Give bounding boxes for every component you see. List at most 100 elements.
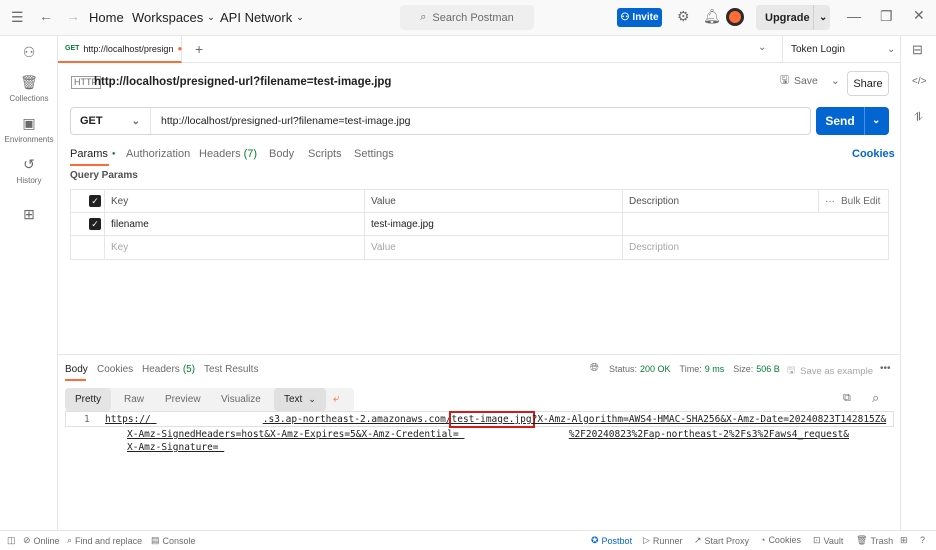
- nav-home[interactable]: Home: [89, 10, 124, 25]
- new-param-key-input[interactable]: Key: [104, 236, 364, 259]
- copy-icon[interactable]: ⧉: [843, 392, 851, 405]
- postbot-button[interactable]: ✪ Postbot: [591, 535, 632, 546]
- close-icon[interactable]: ✕: [913, 7, 925, 24]
- response-tab-headers-label: Headers: [142, 364, 180, 375]
- console-button[interactable]: ▤ Console: [151, 535, 196, 546]
- tab-request[interactable]: GET http://localhost/presign ●: [58, 36, 182, 63]
- runner-button[interactable]: ▷ Runner: [643, 535, 682, 546]
- environment-selector[interactable]: Token Login ⌄: [782, 36, 900, 63]
- redacted-bucket: [151, 414, 263, 425]
- back-arrow-icon[interactable]: ←: [39, 8, 53, 24]
- chevron-down-icon: ⌄: [207, 12, 215, 22]
- menu-icon[interactable]: ☰: [11, 9, 24, 26]
- bell-icon[interactable]: 🔔︎: [703, 8, 721, 25]
- url-input[interactable]: http://localhost/presigned-url?filename=…: [151, 115, 411, 127]
- avatar[interactable]: [726, 8, 744, 26]
- sidebar-item-add-workspace[interactable]: ⊞: [0, 206, 58, 226]
- redacted-signature: [219, 442, 556, 453]
- tab-scripts[interactable]: Scripts: [308, 148, 342, 160]
- new-tab-plus-icon[interactable]: +: [195, 41, 203, 57]
- response-tab-test-results[interactable]: Test Results: [204, 364, 258, 375]
- maximize-icon[interactable]: ❐: [880, 8, 893, 25]
- online-status[interactable]: ⊘ Online: [23, 535, 60, 546]
- save-as-example-button[interactable]: 🖫︎ Save as example: [787, 363, 873, 379]
- trash-can-icon: 🗑︎: [20, 74, 38, 90]
- minimize-icon[interactable]: —: [847, 8, 861, 24]
- search-bar[interactable]: ⌕ Search Postman: [400, 5, 534, 30]
- more-options-icon[interactable]: •••: [880, 363, 891, 374]
- chevron-down-icon[interactable]: ⌄: [813, 5, 827, 30]
- cookies-link[interactable]: Cookies: [852, 148, 895, 160]
- console-label: Console: [162, 535, 196, 546]
- save-as-example-label: Save as example: [800, 365, 873, 377]
- param-key[interactable]: filename: [104, 213, 364, 236]
- tab-overflow-chevron-icon[interactable]: ⌄: [758, 42, 766, 53]
- format-raw[interactable]: Raw: [114, 388, 154, 411]
- related-icon[interactable]: ⥮: [914, 110, 923, 125]
- new-param-value-input[interactable]: Value: [364, 236, 622, 259]
- sidebar-item-history[interactable]: ↺ History: [0, 156, 58, 185]
- method-selector[interactable]: GET ⌄: [71, 108, 151, 134]
- sidebar-toggle-icon[interactable]: ◫: [7, 535, 16, 546]
- right-sidebar: ⊟ </> ⥮: [900, 36, 936, 530]
- response-tab-headers[interactable]: Headers (5): [142, 364, 195, 375]
- tab-authorization[interactable]: Authorization: [126, 148, 190, 160]
- find-replace-button[interactable]: ⌕ Find and replace: [67, 535, 142, 546]
- code-line-1: https:// .s3.ap-northeast-2.amazonaws.co…: [105, 411, 886, 428]
- highlighted-filename: test-image.jpg: [448, 411, 535, 428]
- start-proxy-button[interactable]: ↗ Start Proxy: [694, 535, 749, 546]
- tab-body[interactable]: Body: [269, 148, 294, 160]
- forward-arrow-icon[interactable]: →: [66, 8, 80, 24]
- tab-settings[interactable]: Settings: [354, 148, 394, 160]
- response-body[interactable]: 1 https:// .s3.ap-northeast-2.amazonaws.…: [65, 411, 896, 526]
- sidebar-item-environments[interactable]: ▣ Environments: [0, 115, 58, 144]
- text-format-selector[interactable]: Text ⌄: [274, 388, 326, 411]
- gear-icon[interactable]: ⚙: [677, 8, 690, 25]
- tab-params[interactable]: Params ●: [70, 148, 116, 160]
- user-icon: ⚇: [22, 44, 36, 60]
- code-icon[interactable]: </>: [912, 76, 926, 87]
- chevron-down-icon[interactable]: ⌄: [864, 107, 880, 135]
- param-description[interactable]: [622, 213, 888, 236]
- request-name[interactable]: http://localhost/presigned-url?filename=…: [94, 76, 391, 88]
- help-icon[interactable]: ?: [920, 535, 925, 545]
- search-icon[interactable]: ⌕: [872, 390, 879, 406]
- status-value[interactable]: 200 OK: [640, 364, 671, 374]
- environment-icon: ▣: [22, 115, 36, 131]
- layout-icon[interactable]: ⊞: [900, 535, 908, 546]
- param-value[interactable]: test-image.jpg: [364, 213, 622, 236]
- tab-headers[interactable]: Headers (7): [199, 148, 257, 160]
- response-divider[interactable]: [58, 354, 900, 355]
- add-user-icon: ⚇: [620, 12, 630, 23]
- response-tab-body[interactable]: Body: [65, 364, 88, 375]
- response-tab-cookies[interactable]: Cookies: [97, 364, 133, 375]
- sidebar-item-collections[interactable]: 🗑︎ Collections: [0, 74, 58, 103]
- chevron-down-icon[interactable]: ⌄: [823, 75, 840, 87]
- globe-icon[interactable]: 🌐︎: [590, 362, 599, 375]
- new-param-description-input[interactable]: Description: [622, 236, 888, 259]
- environment-quick-look-icon[interactable]: ⊟: [912, 42, 923, 58]
- row-checkbox[interactable]: ✓: [89, 218, 101, 230]
- format-visualize[interactable]: Visualize: [211, 388, 271, 411]
- send-button[interactable]: Send ⌄: [816, 107, 889, 135]
- invite-label: Invite: [632, 12, 659, 23]
- time-value[interactable]: 9 ms: [705, 364, 725, 374]
- nav-workspaces[interactable]: Workspaces ⌄: [132, 10, 215, 25]
- wrap-lines-icon[interactable]: ⤶: [333, 391, 340, 406]
- format-pretty[interactable]: Pretty: [65, 388, 112, 411]
- sidebar-item-user[interactable]: ⚇: [0, 44, 58, 64]
- size-value[interactable]: 506 B: [756, 364, 780, 374]
- nav-api-network[interactable]: API Network ⌄: [220, 10, 304, 25]
- cookies-button[interactable]: ◔ Cookies: [760, 535, 801, 545]
- share-button[interactable]: Share: [847, 71, 889, 96]
- save-button[interactable]: 🖫︎ Save ⌄: [780, 72, 840, 90]
- format-preview[interactable]: Preview: [155, 388, 211, 411]
- size-label: Size:: [733, 364, 754, 374]
- trash-button[interactable]: 🗑︎ Trash: [856, 535, 893, 546]
- invite-button[interactable]: ⚇ Invite: [617, 8, 662, 27]
- upgrade-button[interactable]: Upgrade ⌄: [756, 5, 830, 30]
- select-all-checkbox[interactable]: ✓: [89, 195, 101, 207]
- bulk-edit-button[interactable]: ··· Bulk Edit: [818, 190, 888, 213]
- vault-label: Vault: [823, 535, 844, 546]
- vault-button[interactable]: ⊡ Vault: [813, 535, 843, 546]
